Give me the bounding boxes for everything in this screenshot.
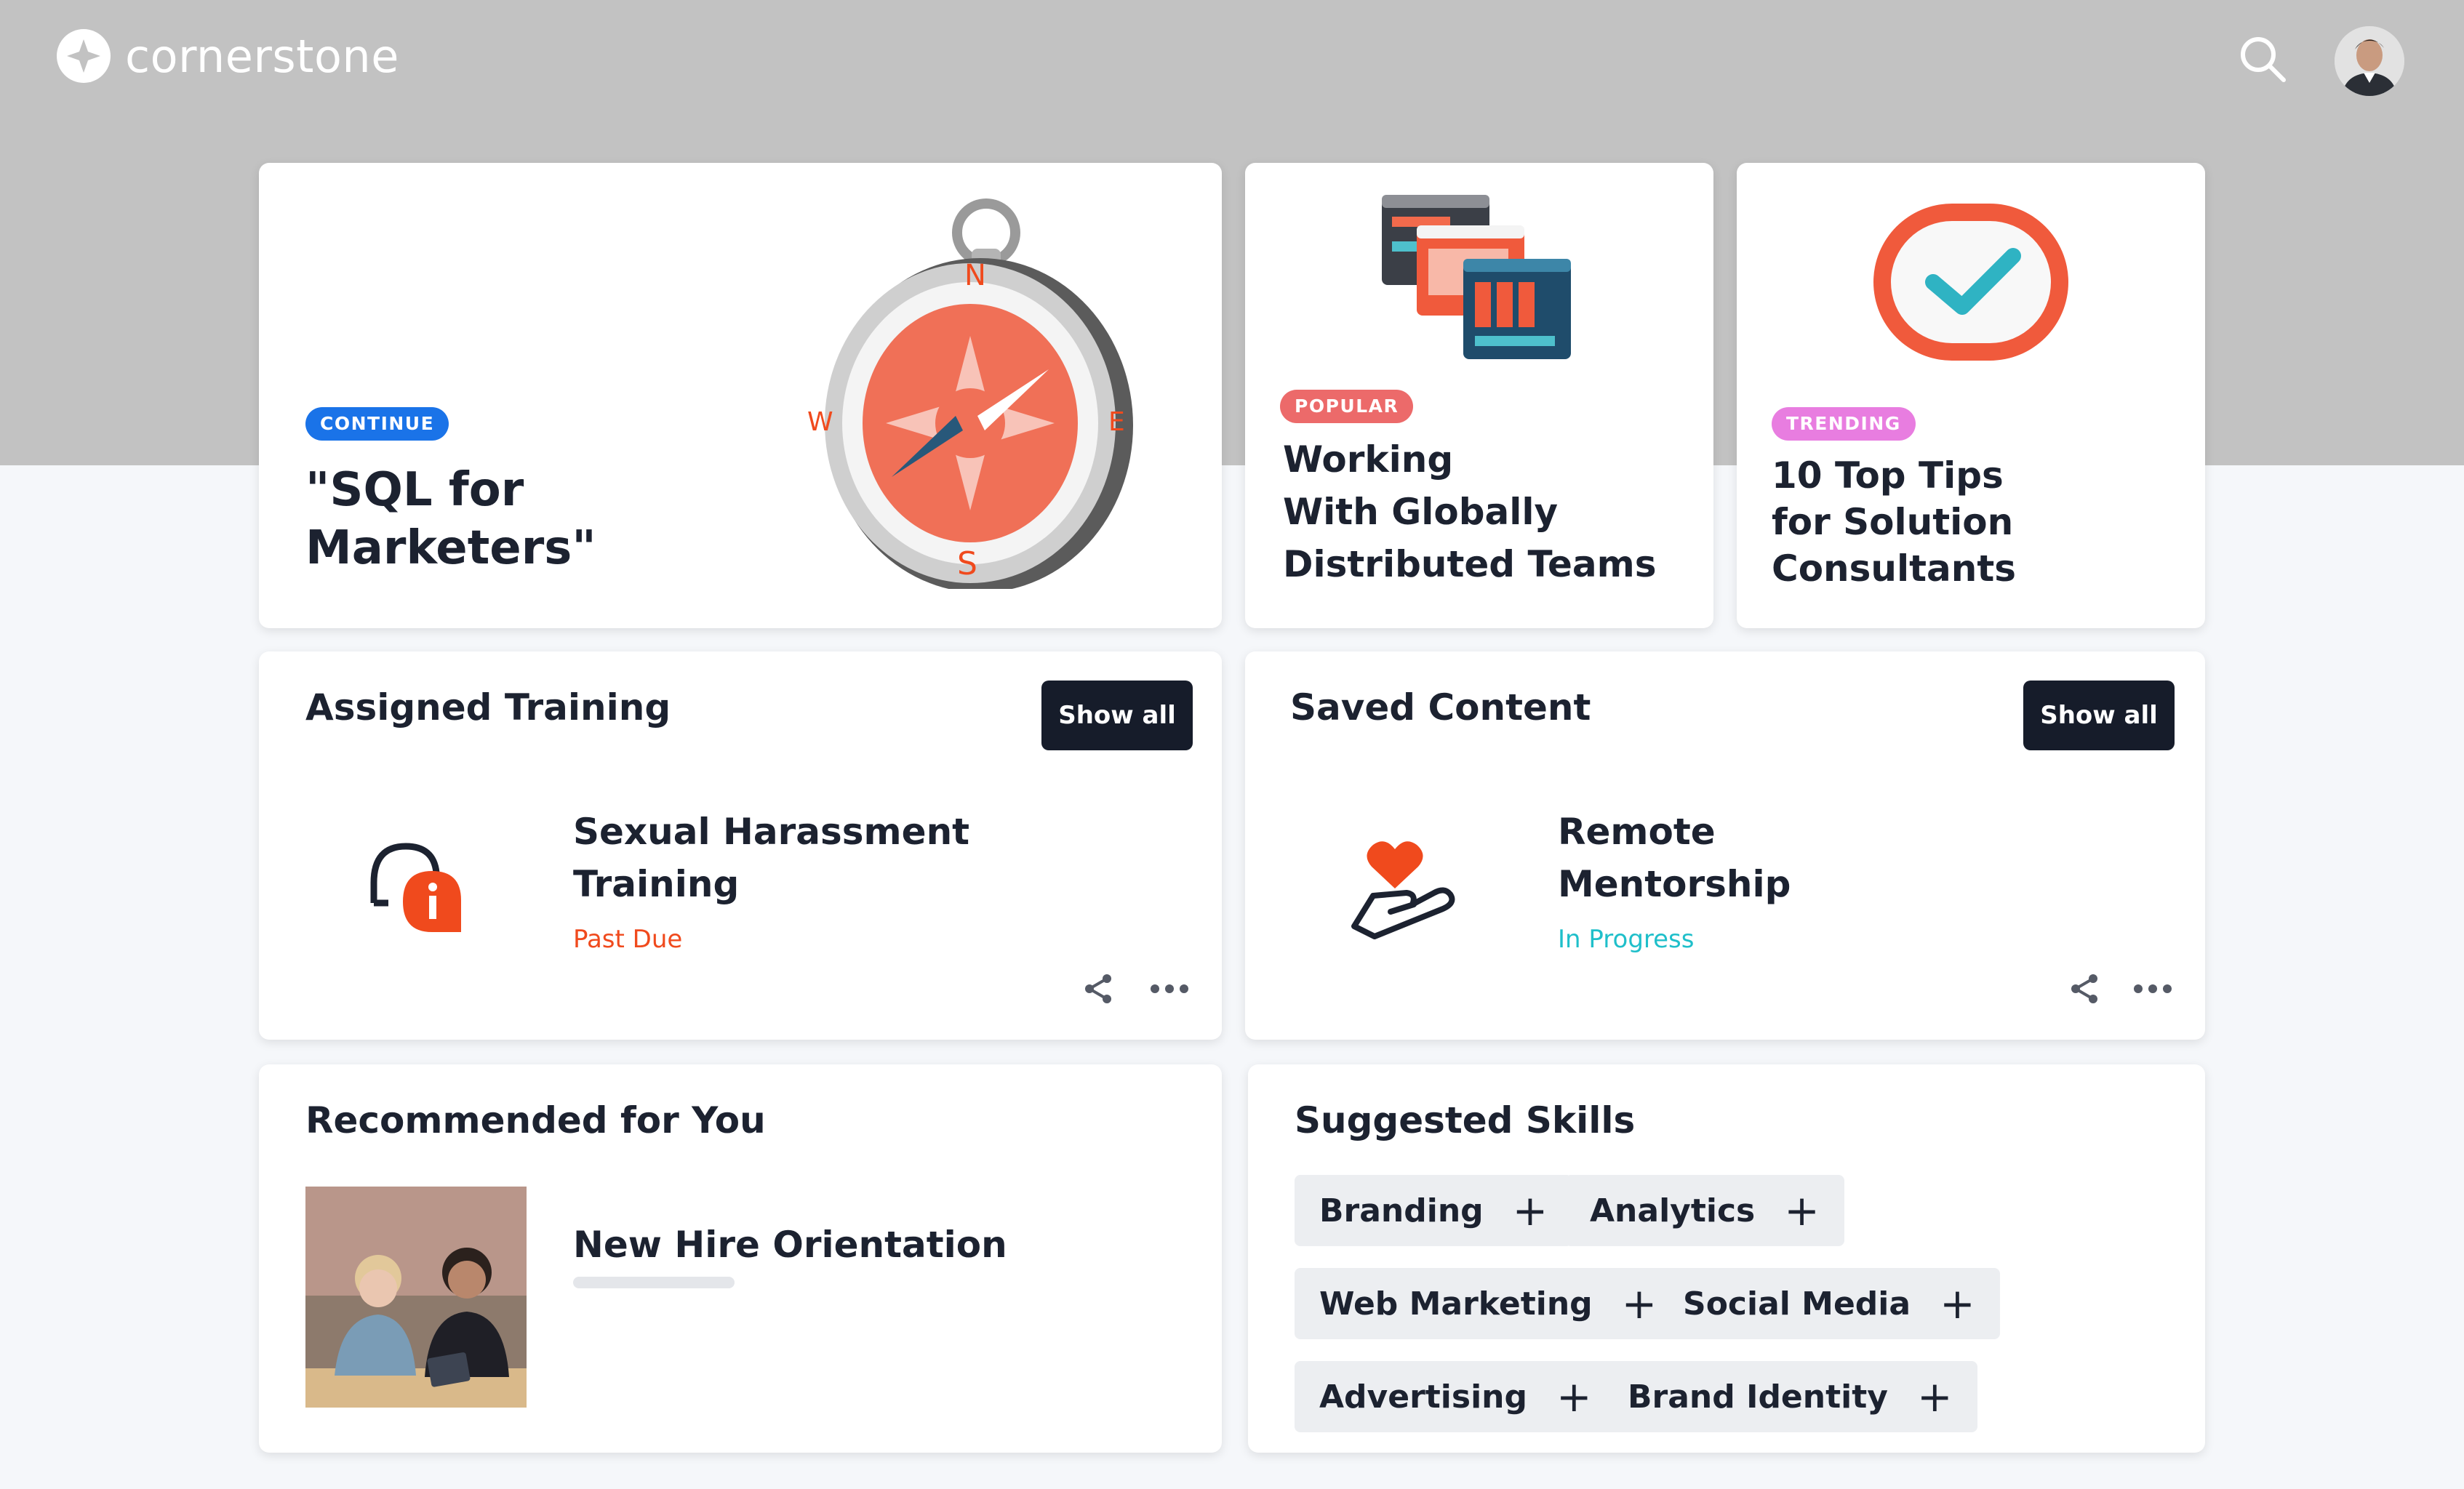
- suggested-skills-title: Suggested Skills: [1295, 1099, 1636, 1141]
- saved-item-title[interactable]: Remote Mentorship: [1558, 806, 1791, 910]
- cornerstone-logo-icon: [57, 29, 111, 83]
- brand-name: cornerstone: [125, 29, 399, 83]
- recommended-title: Recommended for You: [305, 1099, 766, 1141]
- svg-text:W: W: [807, 407, 833, 437]
- skill-chip-brand-identity[interactable]: Brand Identity +: [1603, 1361, 1977, 1432]
- status-in-progress: In Progress: [1558, 925, 1695, 954]
- suggested-skills-card: Suggested Skills Branding + Analytics + We…: [1248, 1064, 2205, 1453]
- continue-badge: CONTINUE: [305, 407, 449, 441]
- featured-card-sql[interactable]: N S W E CONTINUE "SQL for Marketers": [259, 163, 1222, 628]
- featured-card-distributed-teams[interactable]: POPULAR Working With Globally Distribute…: [1245, 163, 1713, 628]
- skill-chip-advertising[interactable]: Advertising +: [1295, 1361, 1617, 1432]
- assigned-training-card: Assigned Training Show all Sexual Harass…: [259, 651, 1222, 1040]
- heart-hand-icon: [1351, 841, 1455, 939]
- alert-info-icon: [370, 843, 461, 932]
- add-icon: +: [1784, 1186, 1820, 1235]
- featured-card-top-tips[interactable]: TRENDING 10 Top Tips for Solution Consul…: [1737, 163, 2205, 628]
- checkmark-illustration: [1873, 204, 2068, 361]
- skill-chip-social-media[interactable]: Social Media +: [1658, 1268, 2000, 1339]
- compass-illustration: N S W E: [807, 198, 1133, 589]
- add-icon: +: [1512, 1186, 1548, 1235]
- assigned-item-title[interactable]: Sexual Harassment Training: [573, 806, 969, 910]
- saved-content-title: Saved Content: [1290, 686, 1591, 729]
- orientation-thumbnail[interactable]: [305, 1187, 527, 1408]
- progress-track: [573, 1277, 735, 1288]
- share-icon[interactable]: [2067, 971, 2102, 1006]
- more-options-icon[interactable]: [1149, 980, 1190, 998]
- saved-content-card: Saved Content Show all Remote Mentorship…: [1245, 651, 2205, 1040]
- skill-chip-analytics[interactable]: Analytics +: [1565, 1175, 1844, 1246]
- add-icon: +: [1556, 1372, 1592, 1421]
- featured-title-sql: "SQL for Marketers": [305, 463, 596, 575]
- brand-logo[interactable]: cornerstone: [57, 29, 399, 83]
- user-avatar[interactable]: [2335, 26, 2404, 96]
- svg-text:N: N: [964, 259, 986, 292]
- search-icon[interactable]: [2239, 35, 2287, 83]
- assigned-show-all-button[interactable]: Show all: [1041, 681, 1193, 750]
- saved-show-all-button[interactable]: Show all: [2023, 681, 2175, 750]
- assigned-training-title: Assigned Training: [305, 686, 671, 729]
- add-icon: +: [1940, 1279, 1975, 1328]
- top-bar: cornerstone: [0, 0, 2464, 116]
- popular-badge: POPULAR: [1280, 390, 1414, 423]
- status-past-due: Past Due: [573, 925, 683, 954]
- share-icon[interactable]: [1081, 971, 1116, 1006]
- svg-text:E: E: [1108, 407, 1125, 437]
- more-options-icon[interactable]: [2132, 980, 2173, 998]
- trending-badge: TRENDING: [1772, 407, 1916, 441]
- featured-title-distributed-teams: Working With Globally Distributed Teams: [1283, 438, 1657, 585]
- recommended-item-title[interactable]: New Hire Orientation: [573, 1219, 1007, 1271]
- windows-illustration: [1382, 195, 1571, 359]
- skill-chip-branding[interactable]: Branding +: [1295, 1175, 1573, 1246]
- recommended-card: Recommended for You New Hire Orientation…: [259, 1064, 1222, 1453]
- svg-text:S: S: [957, 545, 977, 582]
- featured-title-top-tips: 10 Top Tips for Solution Consultants: [1772, 454, 2017, 590]
- skill-chip-web-marketing[interactable]: Web Marketing +: [1295, 1268, 1682, 1339]
- add-icon: +: [1916, 1372, 1953, 1421]
- add-icon: +: [1621, 1279, 1657, 1328]
